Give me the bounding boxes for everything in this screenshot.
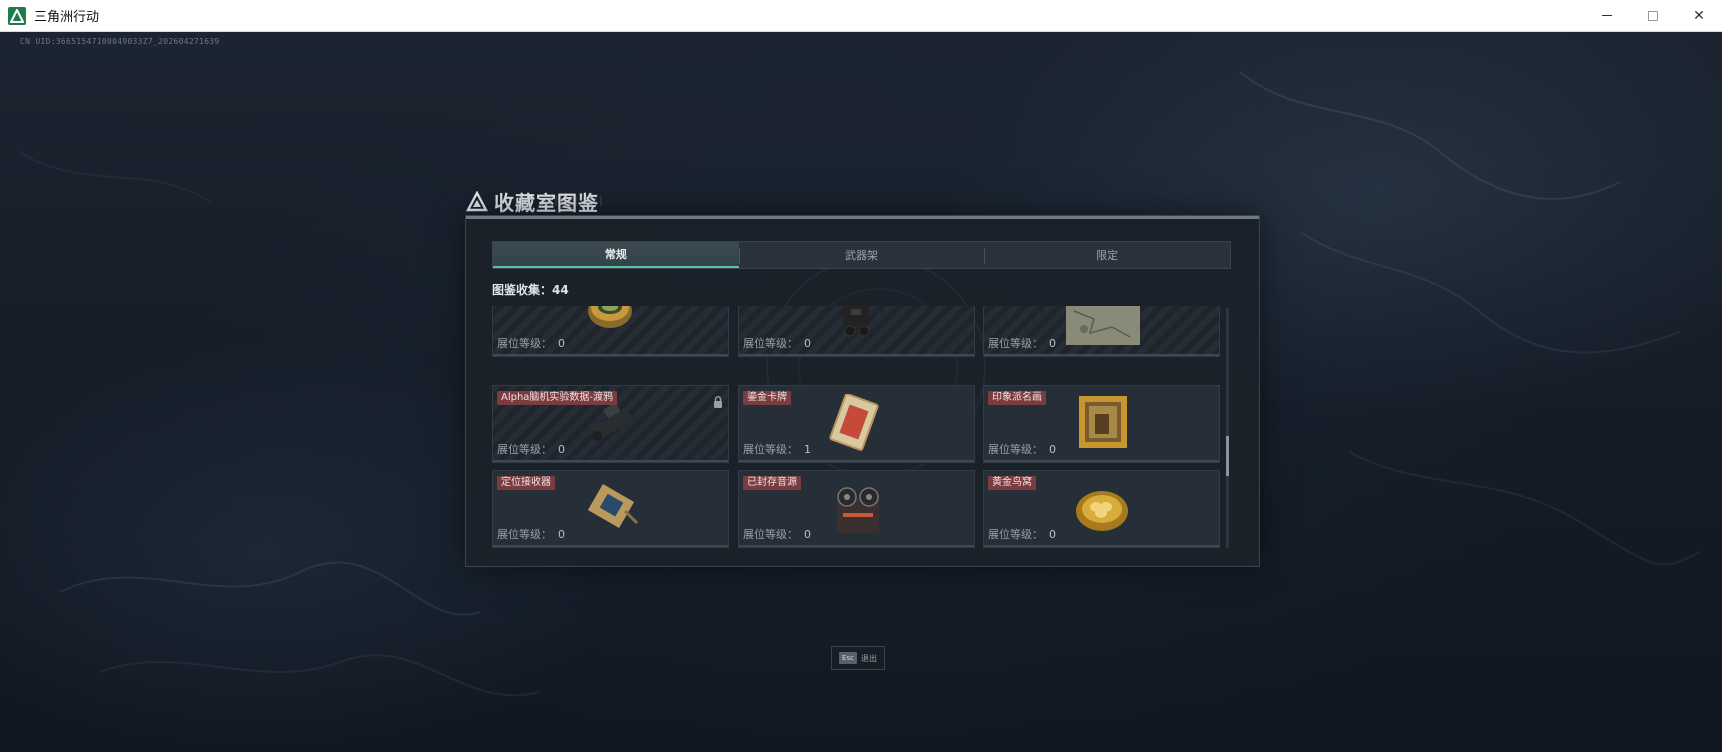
display-level: 展位等级： 0 — [497, 526, 565, 542]
item-grid: 展位等级： 0 展位等级： 0 展位等级： 0 Alpha脑机实验数据-渡鸦 展位等级： 0 鎏金… — [492, 306, 1221, 549]
collection-item-card[interactable]: 展位等级： 0 — [983, 306, 1220, 357]
display-level-label: 展位等级： — [743, 443, 798, 456]
collection-count: 图鉴收集：44 — [492, 281, 569, 298]
window-title-bar: 三角洲行动 ✕ — [0, 0, 1722, 32]
tab-limited[interactable]: 限定 — [984, 242, 1230, 268]
grid-scrollbar[interactable] — [1226, 308, 1229, 548]
minimize-icon — [1602, 15, 1612, 16]
collection-count-label: 图鉴收集： — [492, 283, 553, 297]
display-level: 展位等级： 0 — [497, 335, 565, 351]
collection-item-card[interactable]: 印象派名画展位等级： 0 — [983, 385, 1220, 463]
display-level: 展位等级： 0 — [988, 335, 1056, 351]
framed-painting-icon — [1079, 396, 1127, 448]
display-level-value: 0 — [1049, 528, 1056, 541]
app-logo-icon — [8, 6, 26, 25]
lock-icon — [713, 393, 723, 408]
display-level-label: 展位等级： — [988, 443, 1043, 456]
display-level-label: 展位等级： — [988, 528, 1043, 541]
item-name-badge: Alpha脑机实验数据-渡鸦 — [497, 391, 618, 405]
close-button[interactable]: ✕ — [1676, 0, 1722, 31]
maximize-button[interactable] — [1630, 0, 1676, 31]
collection-item-card[interactable]: 展位等级： 0 — [738, 306, 975, 357]
display-level-value: 0 — [558, 443, 565, 456]
collection-item-card[interactable]: 展位等级： 0 — [492, 306, 729, 357]
item-name-badge: 印象派名画 — [988, 391, 1046, 405]
exit-button[interactable]: Esc 退出 — [831, 646, 885, 670]
close-icon: ✕ — [1693, 7, 1705, 24]
collection-item-card[interactable]: 黄金鸟窝展位等级： 0 — [983, 470, 1220, 548]
display-level: 展位等级： 1 — [743, 441, 811, 457]
gilded-card-icon — [829, 394, 879, 451]
item-name-badge: 定位接收器 — [497, 476, 555, 490]
display-level-label: 展位等级： — [497, 443, 552, 456]
display-level-value: 0 — [558, 337, 565, 350]
tab-label: 武器架 — [845, 249, 878, 262]
tab-regular[interactable]: 常规 — [493, 242, 739, 268]
item-name-badge: 鎏金卡牌 — [743, 391, 791, 405]
tab-weapon-rack[interactable]: 武器架 — [738, 242, 985, 268]
display-level-value: 0 — [558, 528, 565, 541]
collection-panel: 常规 武器架 限定 图鉴收集：44 展位等级： 0 展位等级： 0 展位等级： 0 Alph… — [465, 215, 1260, 567]
collection-item-card[interactable]: 定位接收器展位等级： 0 — [492, 470, 729, 548]
game-viewport: CN UID:36651547100049033Z7_202604271639 … — [0, 32, 1722, 752]
heading-decoration — [545, 196, 605, 206]
display-level: 展位等级： 0 — [743, 335, 811, 351]
tab-label: 限定 — [1096, 249, 1119, 262]
display-level: 展位等级： 0 — [497, 441, 565, 457]
display-level-label: 展位等级： — [497, 528, 552, 541]
display-level-value: 0 — [804, 337, 811, 350]
esc-key-icon: Esc — [839, 652, 857, 664]
scrollbar-thumb[interactable] — [1226, 436, 1229, 476]
collection-count-value: 44 — [552, 283, 569, 297]
display-level-value: 0 — [804, 528, 811, 541]
golden-nest-icon — [1076, 491, 1128, 531]
display-level-value: 0 — [1049, 337, 1056, 350]
display-level-label: 展位等级： — [988, 337, 1043, 350]
exit-label: 退出 — [860, 653, 877, 663]
locator-receiver-icon — [587, 484, 639, 528]
map-scroll-icon — [1066, 306, 1140, 345]
item-name-badge: 黄金鸟窝 — [988, 476, 1036, 490]
item-name-badge: 已封存音源 — [743, 476, 801, 490]
display-level-value: 0 — [1049, 443, 1056, 456]
user-uid: CN UID:36651547100049033Z7_202604271639 — [20, 37, 220, 46]
minimize-button[interactable] — [1584, 0, 1630, 31]
display-level-label: 展位等级： — [743, 528, 798, 541]
window-title: 三角洲行动 — [34, 10, 100, 25]
dark-device-icon — [843, 306, 870, 337]
display-level: 展位等级： 0 — [988, 441, 1056, 457]
display-level-label: 展位等级： — [497, 337, 552, 350]
tab-label: 常规 — [604, 248, 627, 261]
collection-item-card[interactable]: 已封存音源展位等级： 0 — [738, 470, 975, 548]
display-level-label: 展位等级： — [743, 337, 798, 350]
collection-item-card[interactable]: 鎏金卡牌展位等级： 1 — [738, 385, 975, 463]
collection-item-card[interactable]: Alpha脑机实验数据-渡鸦 展位等级： 0 — [492, 385, 729, 463]
category-tabs: 常规 武器架 限定 — [492, 241, 1231, 269]
display-level-value: 1 — [804, 443, 811, 456]
display-level: 展位等级： 0 — [743, 526, 811, 542]
golden-compass-icon — [588, 306, 632, 328]
delta-logo-icon — [466, 190, 488, 211]
reel-recorder-icon — [837, 487, 879, 533]
panel-top-border — [466, 216, 1259, 219]
maximize-icon — [1648, 10, 1658, 21]
display-level: 展位等级： 0 — [988, 526, 1056, 542]
